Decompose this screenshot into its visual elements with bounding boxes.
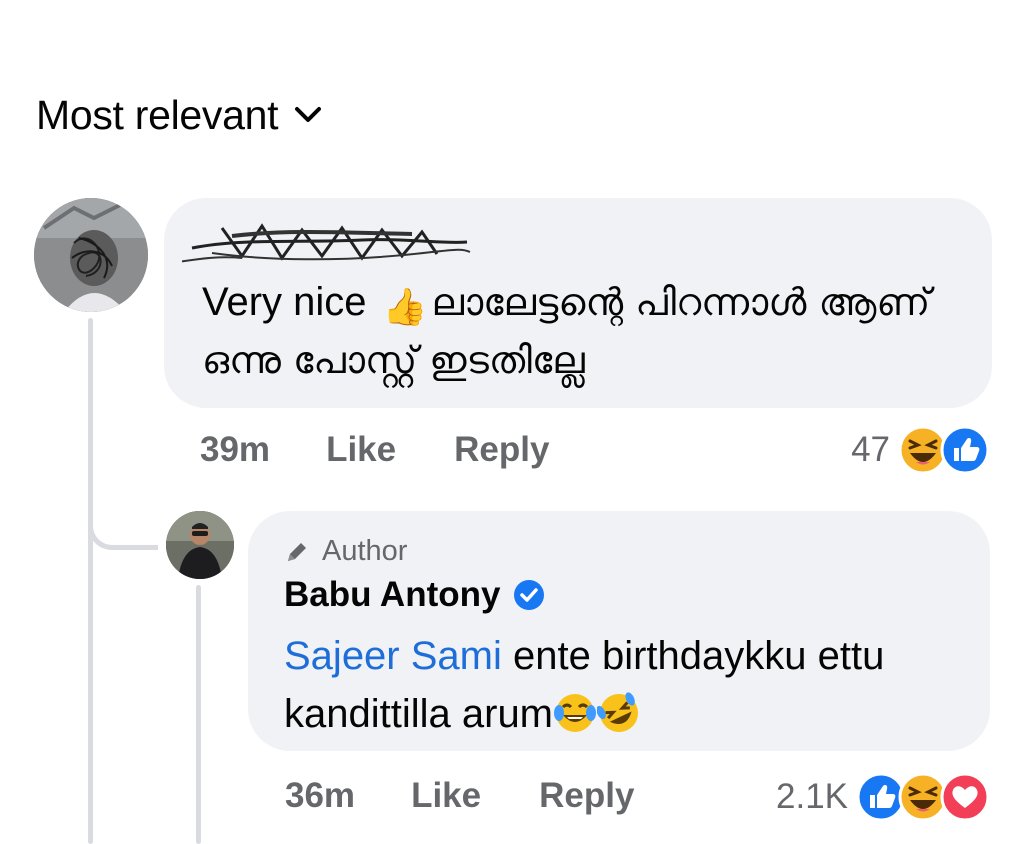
reply-button[interactable]: Reply [454, 430, 549, 470]
author-badge-label: Author [322, 535, 408, 567]
thread-line [196, 585, 201, 844]
sort-dropdown[interactable]: Most relevant [36, 90, 322, 140]
reply-author-row: Babu Antony [284, 575, 546, 615]
reply-author-name[interactable]: Babu Antony [284, 575, 500, 615]
sort-label: Most relevant [36, 91, 279, 138]
chevron-down-icon [295, 107, 322, 122]
thread-connector [88, 500, 158, 550]
mention-link[interactable]: Sajeer Sami [284, 634, 502, 678]
like-button[interactable]: Like [411, 776, 481, 816]
reply-button[interactable]: Reply [539, 776, 634, 816]
avatar[interactable] [34, 198, 148, 312]
reply-bubble: Author Babu Antony Sajeer Sami ente birt… [248, 511, 990, 751]
pencil-icon [288, 542, 306, 561]
thread-line [88, 318, 93, 844]
like-button[interactable]: Like [326, 430, 396, 470]
love-reaction-icon [940, 772, 990, 822]
reaction-summary[interactable]: 2.1K [776, 772, 990, 822]
comment-bubble: Very nice 👍 ലാലേട്ടന്റെ പിറന്നാൾ ആണ് ഒന്ന… [164, 198, 992, 408]
avatar[interactable] [166, 511, 234, 579]
comment-text: Very nice 👍 ലാലേട്ടന്റെ പിറന്നാൾ ആണ് ഒന്ന… [202, 276, 962, 386]
comment-actions: 39m Like Reply [200, 430, 607, 470]
avatar-image [34, 198, 148, 312]
thumbs-up-emoji-icon: 👍 [382, 287, 428, 328]
reaction-count: 2.1K [776, 777, 848, 816]
reaction-summary[interactable]: 47 [851, 425, 990, 475]
reply-actions: 36m Like Reply [285, 776, 692, 816]
verified-badge-icon [514, 580, 545, 610]
reply-text: Sajeer Sami ente birthdaykku ettu kandit… [284, 627, 944, 743]
reaction-count: 47 [851, 430, 890, 469]
comment-time[interactable]: 39m [200, 430, 270, 470]
redacted-author-name [182, 223, 471, 263]
rolling-laughing-emoji-icon [597, 692, 639, 732]
reply-time[interactable]: 36m [285, 776, 355, 816]
author-badge: Author [284, 535, 407, 568]
avatar-image [166, 511, 234, 579]
tears-of-joy-emoji-icon [554, 694, 597, 732]
comment-text-prefix: Very nice [202, 280, 367, 324]
like-reaction-icon [940, 425, 990, 475]
